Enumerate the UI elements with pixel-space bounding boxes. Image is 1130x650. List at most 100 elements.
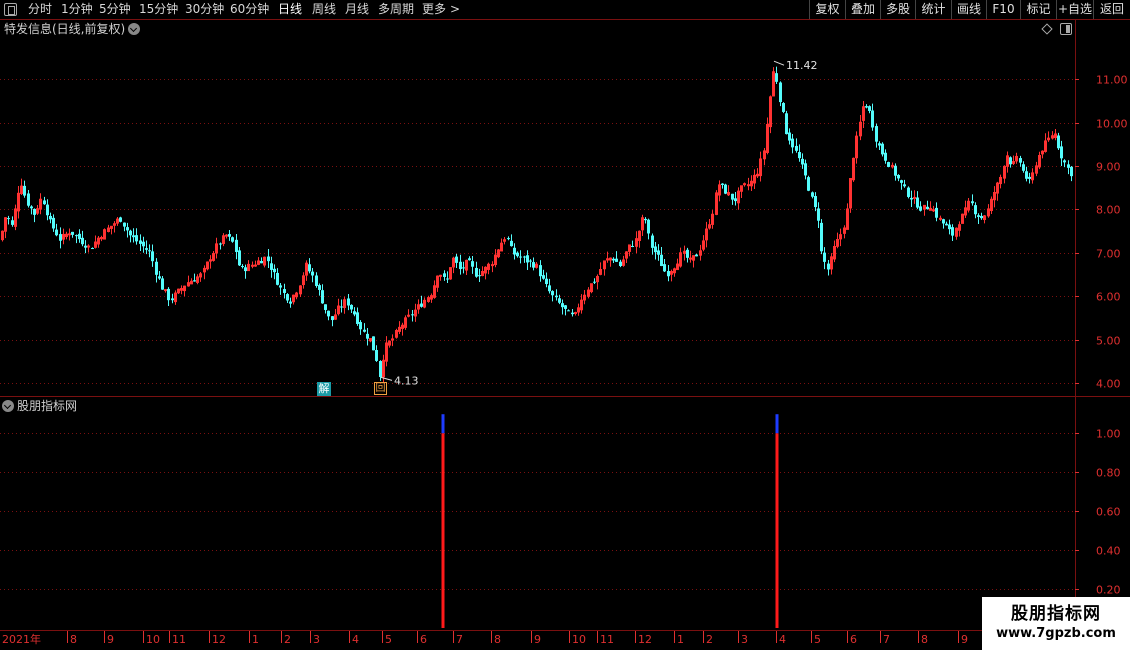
- candle-body: [1067, 164, 1070, 168]
- candle-body: [775, 73, 778, 82]
- candle-body: [347, 298, 350, 306]
- candle-body: [724, 184, 727, 194]
- indicator-tick-label: 0.40: [1096, 545, 1121, 558]
- candle-body: [935, 207, 938, 218]
- candle-body: [27, 193, 30, 206]
- candle-body: [1028, 176, 1031, 179]
- candle-body: [46, 204, 49, 216]
- candle-body: [129, 230, 132, 236]
- candle-body: [142, 241, 145, 247]
- candle-body: [459, 261, 462, 270]
- candle-body: [123, 222, 126, 227]
- signal-cap: [775, 414, 779, 434]
- candle-body: [1009, 157, 1012, 165]
- candle-body: [379, 361, 382, 378]
- date-tick-label: 8: [70, 633, 77, 646]
- candle-body: [267, 256, 270, 262]
- candle-body: [324, 304, 327, 310]
- candle-body: [327, 310, 330, 317]
- candle-body: [439, 274, 442, 277]
- candle-body: [654, 246, 657, 253]
- candle-body: [555, 295, 558, 298]
- candle-body: [228, 234, 231, 237]
- date-tick-label: 12: [638, 633, 652, 646]
- candle-body: [651, 235, 654, 248]
- candle-body: [507, 238, 510, 240]
- candle-body: [225, 234, 228, 237]
- date-tick-label: 2021年: [2, 632, 41, 646]
- high-pointer: [773, 60, 785, 66]
- candle-body: [1063, 160, 1066, 163]
- price-tick-label: 5.00: [1096, 335, 1121, 348]
- candle-body: [612, 258, 615, 261]
- candle-body: [980, 215, 983, 219]
- date-tick-label: 3: [313, 633, 320, 646]
- candle-body: [663, 264, 666, 272]
- candle-body: [631, 245, 634, 247]
- candle-body: [939, 217, 942, 220]
- buyback-badge[interactable]: 回: [374, 382, 387, 395]
- candle-body: [148, 250, 151, 252]
- candle-body: [644, 218, 647, 221]
- low-label: 4.13: [394, 374, 419, 387]
- candle-body: [532, 262, 535, 268]
- date-tick-label: 10: [146, 633, 160, 646]
- candle-body: [350, 304, 353, 310]
- candle-body: [158, 276, 161, 279]
- candle-body: [353, 311, 356, 315]
- candle-body: [126, 227, 129, 231]
- candle-body: [135, 235, 138, 242]
- candle-body: [318, 285, 321, 290]
- high-label: 11.42: [786, 59, 818, 72]
- indicator-signals: [441, 414, 779, 628]
- candle-body: [519, 256, 522, 258]
- annotations: 11.42 4.13: [380, 59, 818, 387]
- unlock-badge[interactable]: 解: [317, 382, 331, 396]
- candle-body: [91, 248, 94, 250]
- candle-body: [411, 314, 414, 316]
- candle-body: [311, 271, 314, 276]
- candle-body: [462, 267, 465, 269]
- candle-body: [526, 255, 529, 263]
- candle-body: [455, 256, 458, 263]
- candle-body: [932, 209, 935, 212]
- candle-body: [788, 132, 791, 141]
- date-tick-label: 1: [252, 633, 259, 646]
- candle-body: [593, 281, 596, 283]
- date-tick-label: 9: [534, 633, 541, 646]
- candle-body: [231, 237, 234, 242]
- candle-body: [139, 240, 142, 244]
- price-tick-label: 7.00: [1096, 248, 1121, 261]
- date-tick-label: 6: [850, 633, 857, 646]
- candle-body: [164, 289, 167, 292]
- candle-body: [942, 219, 945, 224]
- candle-body: [916, 197, 919, 208]
- candle-body: [1057, 135, 1060, 149]
- candle-body: [900, 180, 903, 183]
- candle-body: [1060, 146, 1063, 159]
- candle-body: [238, 250, 241, 266]
- candle-body: [276, 272, 279, 285]
- candle-body: [523, 256, 526, 258]
- signal-cap: [441, 414, 445, 434]
- candle-body: [375, 350, 378, 361]
- chart-canvas[interactable]: 4.005.006.007.008.009.0010.0011.000.200.…: [0, 0, 1130, 650]
- price-tick-label: 10.00: [1096, 118, 1128, 131]
- candle-body: [919, 206, 922, 211]
- candle-body: [407, 314, 410, 317]
- watermark-url: www.7gpzb.com: [996, 626, 1116, 641]
- candle-body: [907, 187, 910, 197]
- candle-body: [884, 152, 887, 161]
- indicator-tick-label: 0.60: [1096, 506, 1121, 519]
- candle-body: [30, 206, 33, 209]
- candle-body: [513, 247, 516, 255]
- candle-body: [167, 288, 170, 301]
- candle-body: [68, 233, 71, 236]
- date-tick-label: 5: [814, 633, 821, 646]
- candle-body: [289, 301, 292, 304]
- candle-body: [868, 106, 871, 111]
- candle-body: [446, 278, 449, 280]
- candle-body: [78, 233, 81, 240]
- candle-body: [7, 218, 10, 220]
- candle-body: [894, 165, 897, 176]
